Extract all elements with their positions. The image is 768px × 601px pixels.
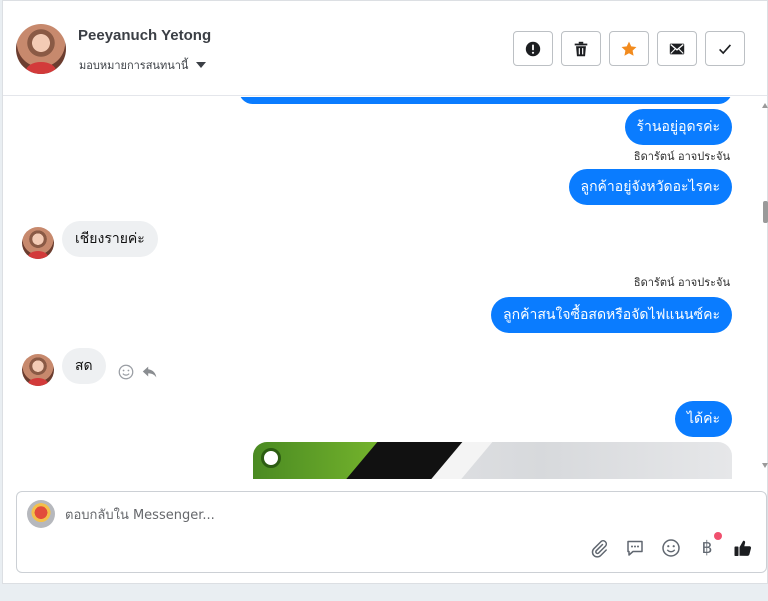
contact-avatar-small[interactable] (22, 354, 54, 386)
paperclip-icon (591, 540, 608, 558)
payment-button[interactable]: ฿ (697, 532, 722, 558)
caret-down-icon (196, 62, 207, 68)
sender-name: ธิดารัตน์ อาจประจัน (633, 276, 730, 289)
delete-button[interactable] (561, 31, 601, 66)
trash-icon (574, 41, 588, 56)
message-bubble-outgoing[interactable]: ลูกค้าสนใจซื้อสดหรือจัดไฟแนนซ์คะ (491, 297, 732, 333)
reply-icon[interactable] (141, 363, 159, 381)
thumbs-up-icon (734, 540, 752, 556)
mark-unread-button[interactable] (657, 31, 697, 66)
contact-avatar-small[interactable] (22, 227, 54, 259)
mark-done-button[interactable] (705, 31, 745, 66)
message-thread[interactable]: ร้านอยู่อุดรค่ะ ธิดารัตน์ อาจประจัน ลูกค… (3, 97, 767, 479)
message-bubble-outgoing[interactable]: ร้านอยู่อุดรค่ะ (624, 109, 732, 145)
reply-input[interactable] (65, 504, 745, 526)
exclamation-circle-icon (525, 41, 541, 56)
sender-name: ธิดารัตน์ อาจประจัน (633, 150, 730, 163)
star-icon (621, 41, 637, 56)
message-bubble-incoming[interactable]: เชียงรายค่ะ (62, 221, 158, 257)
image-attachment[interactable] (253, 442, 732, 479)
notification-dot (714, 532, 722, 540)
check-icon (719, 43, 732, 54)
smiley-icon (662, 539, 680, 557)
message-bubble-outgoing[interactable]: ได้ค่ะ (674, 401, 732, 437)
envelope-icon (669, 43, 685, 54)
message-bubble-outgoing[interactable]: ลูกค้าอยู่จังหวัดอะไรคะ (568, 169, 732, 205)
assign-conversation-dropdown[interactable]: มอบหมายการสนทนานี้ (79, 56, 207, 74)
saved-replies-button[interactable] (625, 538, 645, 558)
contact-avatar[interactable] (16, 24, 66, 74)
assign-conversation-label: มอบหมายการสนทนานี้ (79, 59, 189, 72)
thread-scrollbar[interactable] (762, 97, 768, 479)
conversation-panel: Peeyanuch Yetong มอบหมายการสนทนานี้ ร้าน… (2, 0, 768, 584)
brand-logo (261, 448, 281, 468)
like-button[interactable] (733, 538, 753, 558)
message-bubble-incoming[interactable]: สด (62, 348, 106, 384)
scroll-up-arrow-icon[interactable] (762, 103, 768, 108)
attach-button[interactable] (589, 538, 609, 558)
star-button[interactable] (609, 31, 649, 66)
scroll-down-arrow-icon[interactable] (762, 463, 768, 468)
report-spam-button[interactable] (513, 31, 553, 66)
emoji-button[interactable] (661, 538, 681, 558)
page-avatar (27, 500, 55, 528)
scroll-thumb[interactable] (763, 201, 768, 223)
message-tools (117, 363, 159, 381)
message-bubble-partial[interactable] (239, 97, 732, 104)
reply-composer: ฿ (16, 491, 767, 573)
chat-bubble-icon (627, 540, 643, 556)
contact-name[interactable]: Peeyanuch Yetong (78, 27, 211, 44)
header-actions (513, 31, 745, 66)
composer-tools: ฿ (589, 532, 753, 558)
conversation-header: Peeyanuch Yetong มอบหมายการสนทนานี้ (3, 1, 767, 96)
baht-icon: ฿ (701, 538, 713, 558)
smiley-icon[interactable] (117, 363, 135, 381)
